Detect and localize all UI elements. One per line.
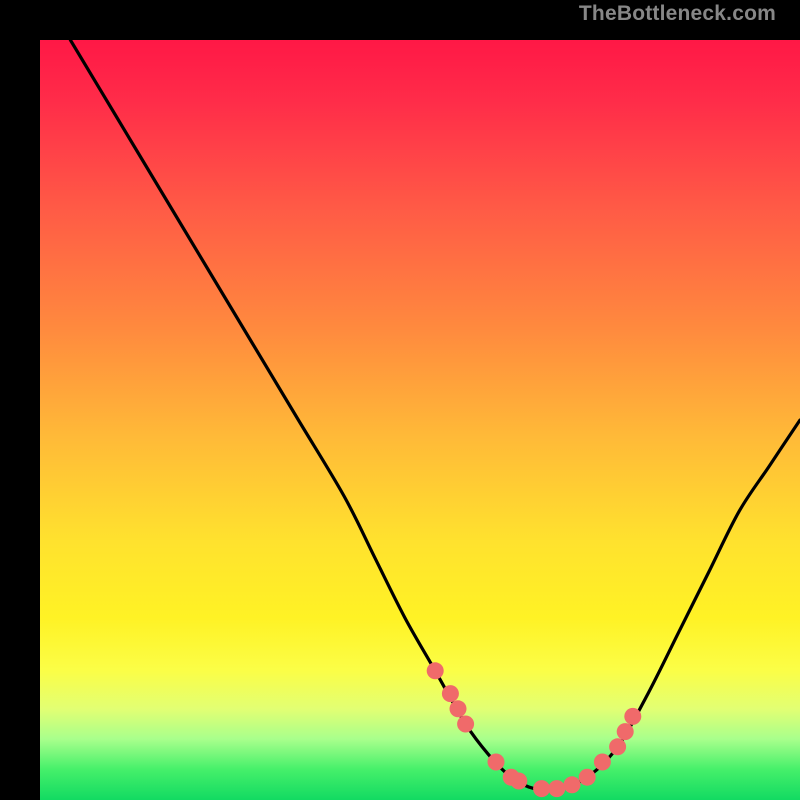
marker-dot xyxy=(533,780,550,797)
marker-dot xyxy=(427,662,444,679)
marker-dot xyxy=(594,754,611,771)
chart-svg xyxy=(40,40,800,800)
marker-dot xyxy=(457,716,474,733)
highlight-markers xyxy=(427,662,642,797)
marker-dot xyxy=(442,685,459,702)
chart-frame xyxy=(20,20,780,780)
marker-dot xyxy=(624,708,641,725)
watermark-text: TheBottleneck.com xyxy=(579,2,776,26)
marker-dot xyxy=(564,776,581,793)
plot-area xyxy=(40,40,800,800)
marker-dot xyxy=(450,700,467,717)
marker-dot xyxy=(617,723,634,740)
marker-dot xyxy=(579,769,596,786)
marker-dot xyxy=(609,738,626,755)
marker-dot xyxy=(510,773,527,790)
marker-dot xyxy=(488,754,505,771)
marker-dot xyxy=(548,780,565,797)
